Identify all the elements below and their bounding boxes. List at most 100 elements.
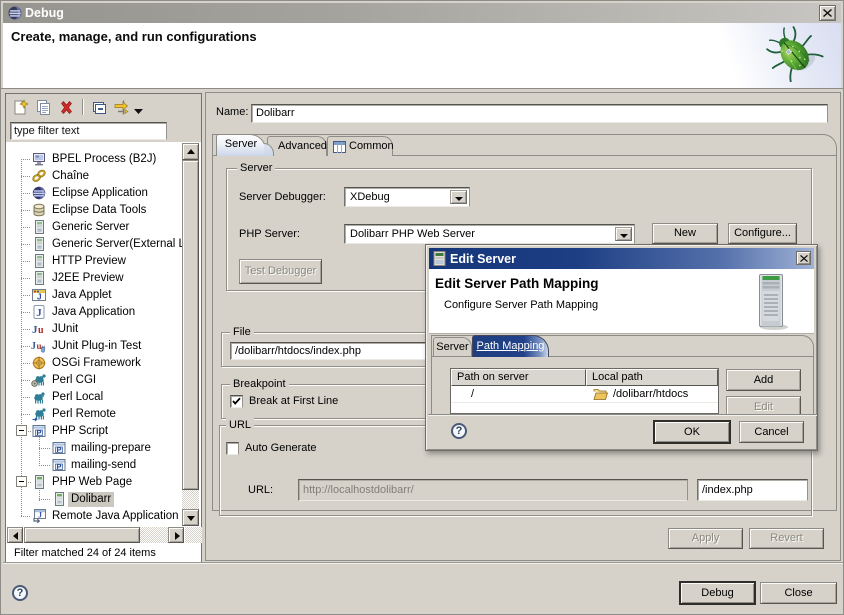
scroll-thumb[interactable] xyxy=(182,160,199,490)
combo-arrow-icon[interactable] xyxy=(615,227,632,241)
new-server-button[interactable]: New xyxy=(652,223,718,244)
table-row[interactable]: //dolibarr/htdocs xyxy=(451,386,718,403)
tree-item[interactable]: JuJUnit xyxy=(6,321,201,338)
tree-item-label: OSGi Framework xyxy=(52,356,141,371)
configurations-tree[interactable]: BPEL Process (B2J)ChaîneEclipse Applicat… xyxy=(6,142,201,526)
combo-arrow-icon[interactable] xyxy=(450,190,467,204)
debug-button[interactable]: Debug xyxy=(679,581,756,605)
menu-dropdown-icon[interactable] xyxy=(134,105,143,117)
php-server-combo[interactable]: Dolibarr PHP Web Server xyxy=(344,224,635,244)
tree-branch-line xyxy=(21,516,31,517)
breakpoint-group-label: Breakpoint xyxy=(230,377,289,391)
tree-item[interactable]: Dolibarr xyxy=(6,491,201,508)
tab-common[interactable]: Common xyxy=(327,136,393,156)
tree-vertical-scrollbar[interactable] xyxy=(182,143,199,526)
collapse-expander-icon[interactable] xyxy=(16,476,27,487)
tree-item[interactable]: JuJUnit Plug-in Test xyxy=(6,338,201,355)
tree-item[interactable]: BPEL Process (B2J) xyxy=(6,151,201,168)
path-mapping-table[interactable]: Path on serverLocal path//dolibarr/htdoc… xyxy=(450,368,719,414)
tree-horizontal-scrollbar[interactable] xyxy=(7,527,185,543)
auto-generate-checkbox[interactable] xyxy=(226,442,239,455)
tab-server-modal[interactable]: Server xyxy=(433,337,472,356)
tab-path-mapping[interactable]: Path Mapping xyxy=(472,335,549,357)
tree-branch-line xyxy=(21,397,31,398)
tree-item[interactable]: J2EE Preview xyxy=(6,270,201,287)
add-mapping-button[interactable]: Add xyxy=(726,369,801,391)
edit-server-dialog: Edit Server Edit Server Path Mapping Con… xyxy=(425,244,818,451)
scroll-track[interactable] xyxy=(182,490,199,509)
tree-item[interactable]: Chaîne xyxy=(6,168,201,185)
column-header-path-on-server[interactable]: Path on server xyxy=(451,369,586,386)
arrow-up-icon xyxy=(187,149,195,154)
cancel-button[interactable]: Cancel xyxy=(739,421,804,443)
tree-item[interactable]: HTTP Preview xyxy=(6,253,201,270)
column-header-local-path[interactable]: Local path xyxy=(586,369,718,386)
tree-item[interactable]: JJava Applet xyxy=(6,287,201,304)
close-button[interactable]: Close xyxy=(760,582,837,604)
filter-row: type filter text xyxy=(6,122,201,142)
tree-branch-line xyxy=(21,295,31,296)
tree-item[interactable]: Perl Local xyxy=(6,389,201,406)
tree-branch-line xyxy=(21,380,31,381)
scroll-thumb[interactable] xyxy=(24,527,140,543)
configure-button[interactable]: Configure... xyxy=(728,223,797,244)
tree-item[interactable]: JRemote Java Application xyxy=(6,508,201,525)
tree-item[interactable]: Perl Remote xyxy=(6,406,201,423)
perl-cgi-icon xyxy=(31,372,47,388)
tree-item[interactable]: Eclipse Data Tools xyxy=(6,202,201,219)
delete-icon[interactable] xyxy=(58,99,75,116)
edit-mapping-button[interactable]: Edit xyxy=(726,396,801,414)
scroll-right-button[interactable] xyxy=(168,527,184,543)
collapse-all-icon[interactable] xyxy=(90,99,107,116)
server-debugger-combo[interactable]: XDebug xyxy=(344,187,470,207)
edit-server-close-button[interactable] xyxy=(796,251,811,265)
tree-item[interactable]: Generic Server(External La xyxy=(6,236,201,253)
eclipse-logo-icon xyxy=(8,6,22,20)
collapse-expander-icon[interactable] xyxy=(16,425,27,436)
arrow-down-icon xyxy=(455,197,463,201)
tree-branch-line xyxy=(21,227,31,228)
apply-button[interactable]: Apply xyxy=(668,528,743,549)
scroll-left-button[interactable] xyxy=(7,527,23,543)
scroll-track[interactable] xyxy=(140,527,168,543)
tree-item-label: PHP Script xyxy=(52,424,108,439)
help-button[interactable]: ? xyxy=(12,585,28,601)
filter-input[interactable]: type filter text xyxy=(10,122,167,140)
break-first-line-checkbox[interactable] xyxy=(230,395,243,408)
window-close-button[interactable] xyxy=(819,5,836,21)
chain-icon xyxy=(31,168,47,184)
tree-branch-line xyxy=(21,159,31,160)
scroll-up-button[interactable] xyxy=(182,143,199,160)
tree-item[interactable]: PPHP Script xyxy=(6,423,201,440)
modal-help-button[interactable]: ? xyxy=(451,423,467,439)
tree-item[interactable]: Eclipse Application xyxy=(6,185,201,202)
arrow-left-icon xyxy=(13,532,18,540)
tree-branch-line xyxy=(21,363,31,364)
tree-item[interactable]: Pmailing-prepare xyxy=(6,440,201,457)
server-icon xyxy=(31,270,47,286)
server-window-icon xyxy=(433,251,446,266)
tree-item-label: J2EE Preview xyxy=(52,271,124,286)
tree-item[interactable]: OSGi Framework xyxy=(6,355,201,372)
java-app-icon: J xyxy=(31,304,47,320)
name-field[interactable]: Dolibarr xyxy=(251,104,828,123)
revert-button[interactable]: Revert xyxy=(749,528,824,549)
scroll-down-button[interactable] xyxy=(182,509,199,526)
new-config-icon[interactable] xyxy=(12,99,29,116)
tree-item[interactable]: JJava Application xyxy=(6,304,201,321)
duplicate-icon[interactable] xyxy=(35,99,52,116)
url-path-field[interactable]: /index.php xyxy=(697,479,808,501)
window-titlebar[interactable]: Debug xyxy=(3,3,841,23)
tree-item[interactable]: Perl CGI xyxy=(6,372,201,389)
edit-server-titlebar[interactable]: Edit Server xyxy=(429,248,814,269)
ok-button[interactable]: OK xyxy=(653,420,731,444)
tree-item[interactable]: Pmailing-send xyxy=(6,457,201,474)
test-debugger-button[interactable]: Test Debugger xyxy=(239,259,322,284)
tab-advanced[interactable]: Advanced xyxy=(267,136,327,156)
filter-icon[interactable] xyxy=(113,99,130,116)
php-server-label: PHP Server: xyxy=(239,228,300,240)
data-tools-icon xyxy=(31,202,47,218)
tab-server[interactable]: Server xyxy=(216,134,266,156)
tree-item[interactable]: Generic Server xyxy=(6,219,201,236)
tree-item[interactable]: PHP Web Page xyxy=(6,474,201,491)
